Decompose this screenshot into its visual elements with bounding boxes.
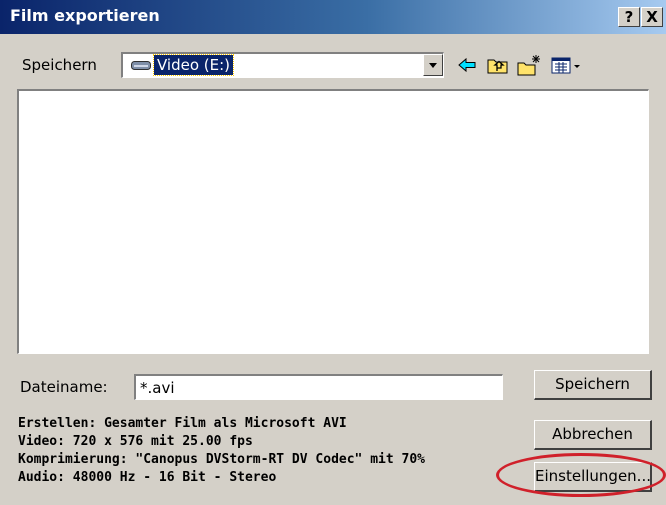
info-compression: Komprimierung: "Canopus DVStorm-RT DV Co…: [18, 452, 425, 467]
save-in-label: Speichern: [22, 56, 97, 74]
export-info: Erstellen: Gesamter Film als Microsoft A…: [0, 416, 516, 496]
filename-label: Dateiname:: [20, 378, 108, 396]
window-title: Film exportieren: [10, 6, 160, 25]
info-video: Video: 720 x 576 mit 25.00 fps: [18, 434, 253, 449]
file-list[interactable]: [17, 89, 649, 354]
info-create: Erstellen: Gesamter Film als Microsoft A…: [18, 416, 347, 431]
save-button[interactable]: Speichern: [534, 370, 652, 400]
highlight-ring: [496, 453, 666, 497]
cancel-button[interactable]: Abbrechen: [534, 420, 652, 450]
back-arrow-icon[interactable]: [456, 54, 478, 76]
chevron-down-icon[interactable]: [423, 54, 443, 76]
view-menu-icon[interactable]: [550, 54, 584, 76]
info-audio: Audio: 48000 Hz - 16 Bit - Stereo: [18, 470, 277, 485]
filename-input[interactable]: [134, 374, 503, 400]
help-button[interactable]: ?: [618, 7, 640, 27]
save-in-value: Video (E:): [152, 54, 235, 76]
title-bar: Film exportieren ? X: [0, 0, 666, 34]
close-button[interactable]: X: [641, 7, 663, 27]
up-folder-icon[interactable]: [486, 54, 510, 76]
save-in-dropdown[interactable]: Video (E:): [121, 52, 444, 78]
drive-icon: [131, 61, 151, 70]
new-folder-icon[interactable]: [516, 54, 542, 76]
